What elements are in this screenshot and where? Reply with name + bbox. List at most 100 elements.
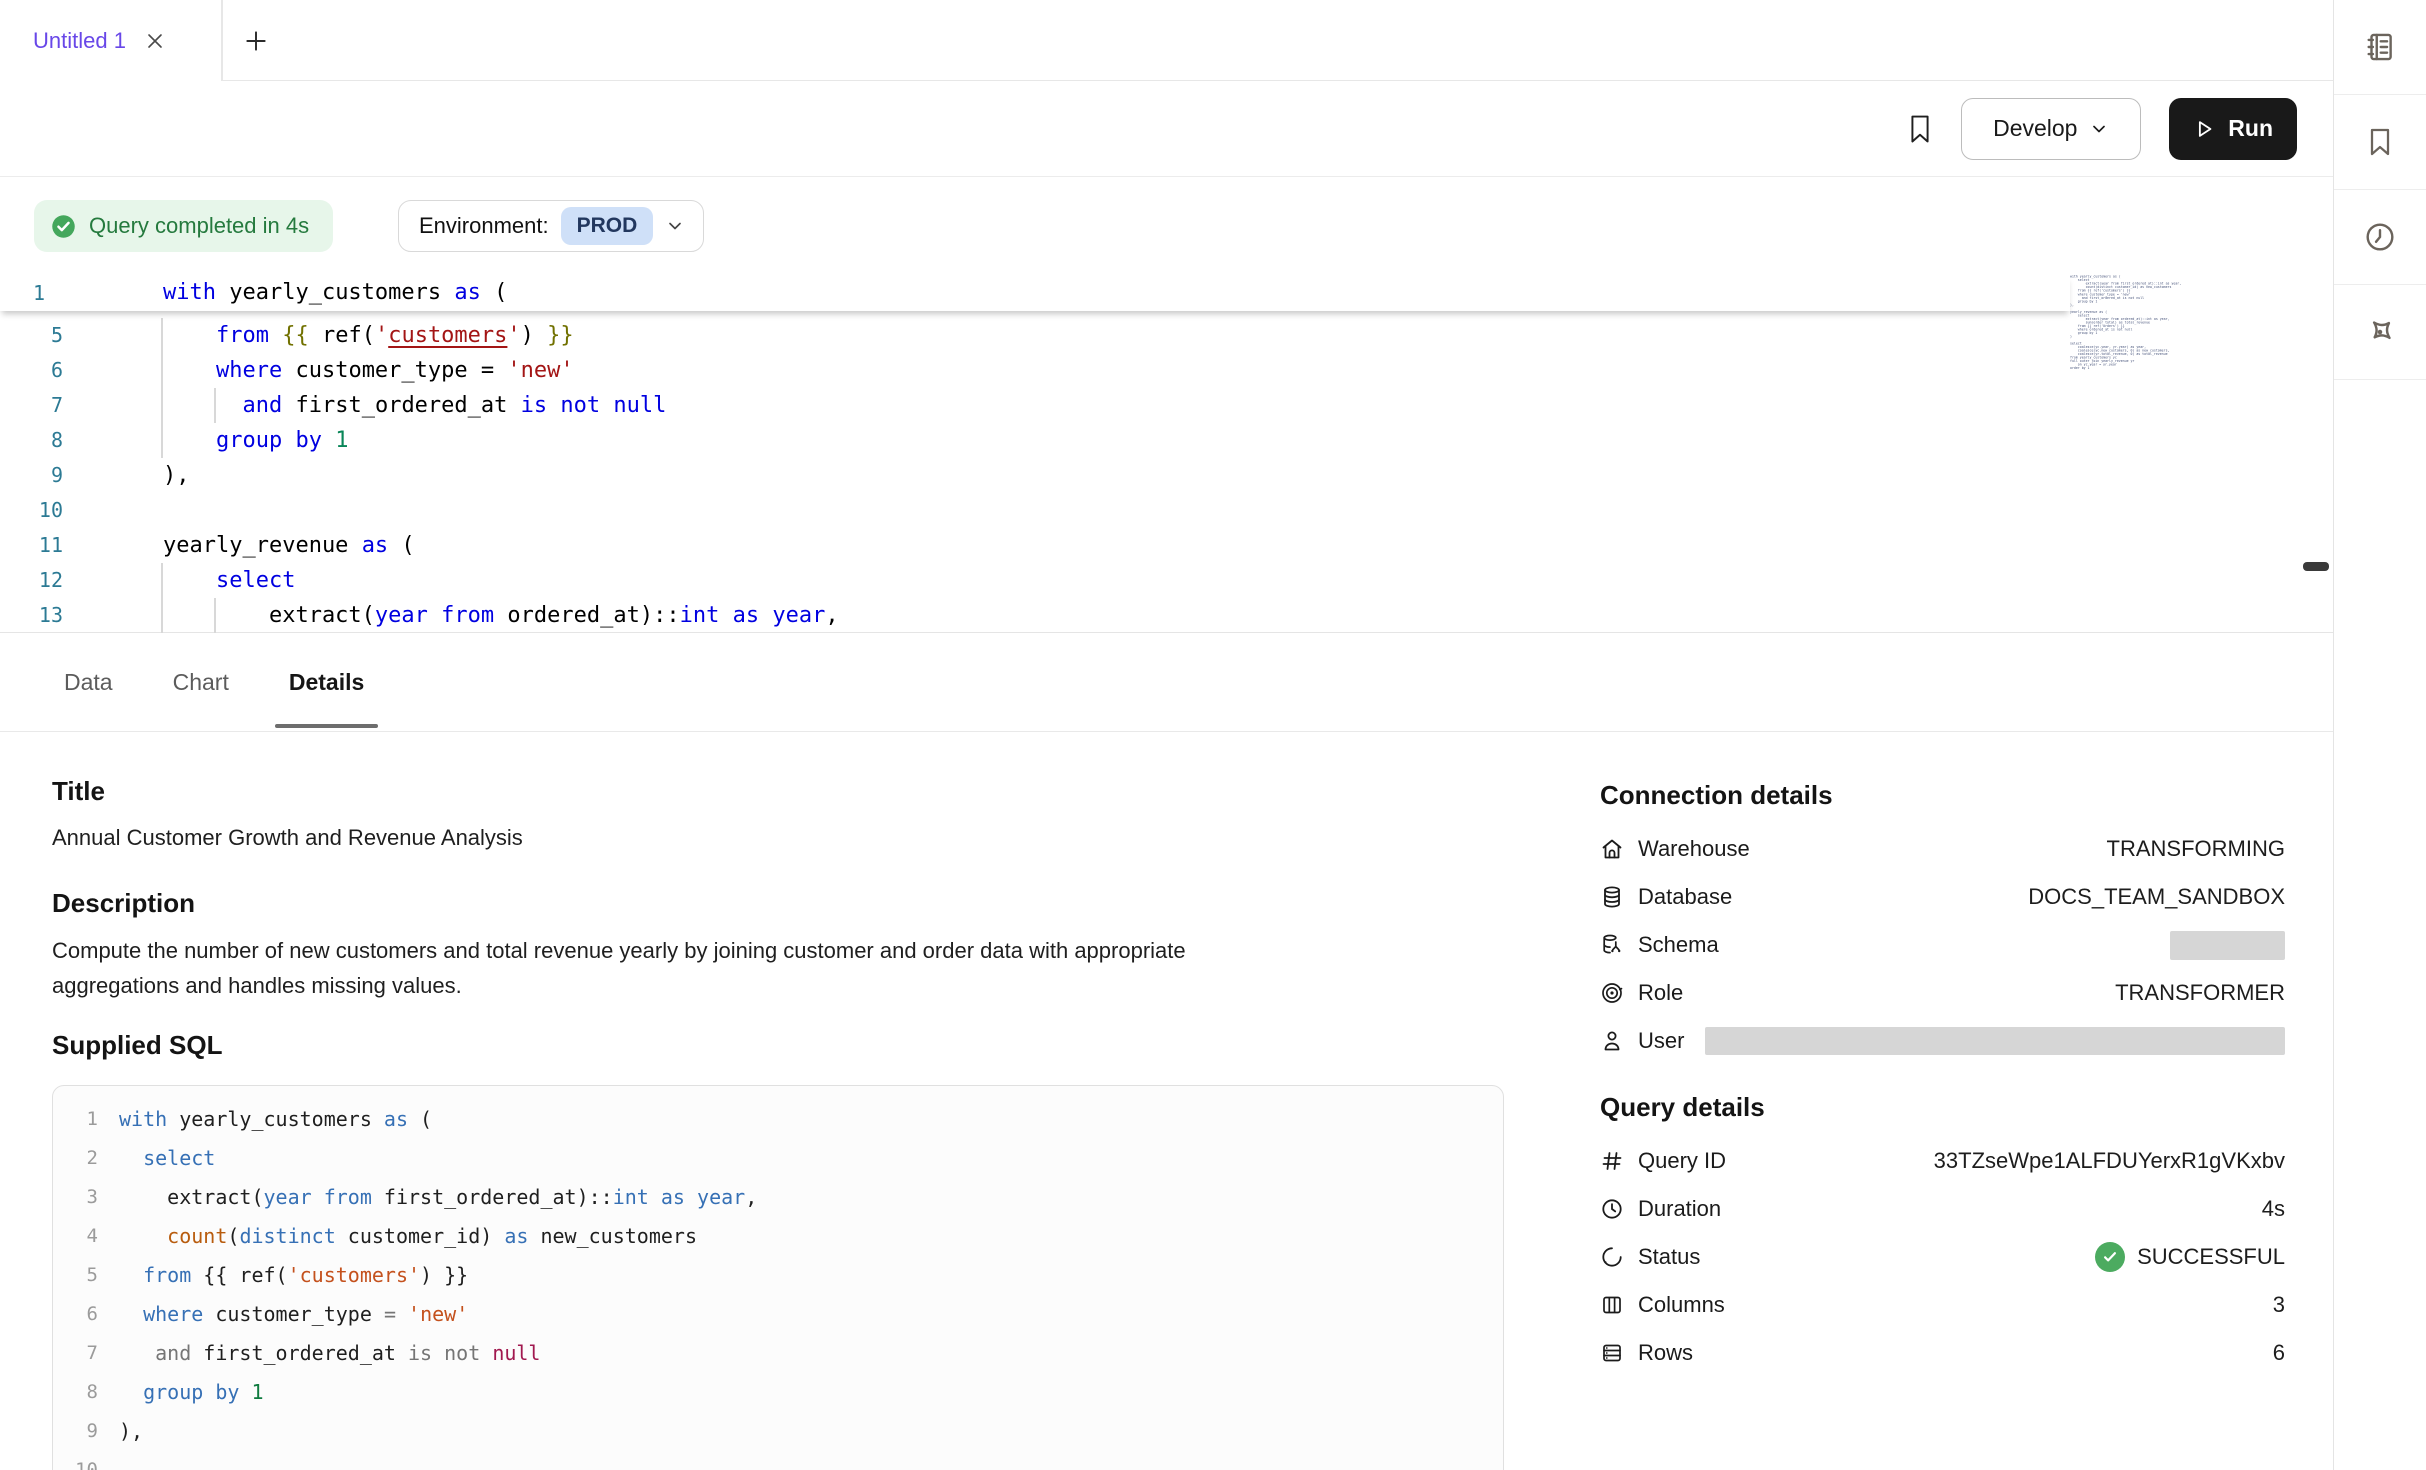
row-value: DOCS_TEAM_SANDBOX <box>2028 884 2285 910</box>
database-icon <box>1600 885 1624 909</box>
code-line: 8 group by 1 <box>53 1373 1503 1412</box>
environment-value-badge: PROD <box>561 207 654 245</box>
line-number: 1 <box>53 1100 98 1139</box>
line-number: 2 <box>53 1139 98 1178</box>
code-line[interactable]: 11yearly_revenue as ( <box>0 528 2070 563</box>
line-number: 9 <box>0 458 63 493</box>
details-sidebar: Connection details Warehouse TRANSFORMIN… <box>1600 733 2285 1377</box>
row-value: 4s <box>2262 1196 2285 1222</box>
code-line: 3 extract(year from first_ordered_at)::i… <box>53 1178 1503 1217</box>
clock-icon <box>1600 1197 1624 1221</box>
sidebar-item-notebook[interactable] <box>2334 0 2426 95</box>
success-check-icon <box>2095 1242 2125 1272</box>
user-icon <box>1600 1029 1624 1053</box>
line-number: 10 <box>53 1451 98 1470</box>
row-label: Warehouse <box>1638 836 1750 862</box>
code-line[interactable]: 12 select <box>0 563 2070 598</box>
code-line: 9), <box>53 1412 1503 1451</box>
row-label: Database <box>1638 884 1732 910</box>
code-line[interactable]: 9), <box>0 458 2070 493</box>
line-number: 13 <box>0 598 63 633</box>
line-number: 1 <box>0 275 45 311</box>
bookmark-icon <box>2364 126 2396 158</box>
sidebar-item-history[interactable] <box>2334 190 2426 285</box>
row-label: Query ID <box>1638 1148 1726 1174</box>
row-label: Duration <box>1638 1196 1721 1222</box>
editor-scrollbar-thumb[interactable] <box>2303 562 2329 571</box>
run-button[interactable]: Run <box>2169 98 2297 160</box>
status-value: SUCCESSFUL <box>2095 1242 2285 1272</box>
row-value: 33TZseWpe1ALFDUYerxR1gVKxbv <box>1934 1148 2285 1174</box>
line-number: 9 <box>53 1412 98 1451</box>
connection-details-heading: Connection details <box>1600 779 2285 811</box>
develop-label: Develop <box>1993 115 2077 142</box>
row-label: Schema <box>1638 932 1719 958</box>
close-icon[interactable] <box>143 29 167 53</box>
line-number: 6 <box>0 353 63 388</box>
environment-selector[interactable]: Environment: PROD <box>398 200 704 252</box>
code-line[interactable]: 6 where customer_type = 'new' <box>0 353 2070 388</box>
new-tab-button[interactable] <box>243 28 269 54</box>
connection-row-user: User <box>1600 1017 2285 1065</box>
description-heading: Description <box>52 887 1504 919</box>
supplied-sql-code-block: 1with yearly_customers as (2 select3 ext… <box>52 1085 1504 1470</box>
code-line[interactable]: 7 and first_ordered_at is not null <box>0 388 2070 423</box>
bookmark-button[interactable] <box>1907 113 1933 145</box>
editor-minimap[interactable]: with yearly_customers as ( select extrac… <box>2070 275 2190 393</box>
row-value: 6 <box>2273 1340 2285 1366</box>
connection-row-warehouse: Warehouse TRANSFORMING <box>1600 825 2285 873</box>
plus-icon <box>243 28 269 54</box>
sidebar-item-dbt[interactable] <box>2334 285 2426 380</box>
row-value: TRANSFORMER <box>2115 980 2285 1006</box>
description-text: Compute the number of new customers and … <box>52 933 1504 1003</box>
query-status-text: Query completed in 4s <box>89 213 309 239</box>
title-value: Annual Customer Growth and Revenue Analy… <box>52 823 1504 853</box>
redacted-value <box>2170 931 2285 960</box>
code-line[interactable]: 5 from {{ ref('customers') }} <box>0 318 2070 353</box>
check-circle-icon <box>50 213 77 240</box>
sidebar-item-bookmarks[interactable] <box>2334 95 2426 190</box>
status-row: Query completed in 4s Environment: PROD <box>0 177 2333 252</box>
role-icon <box>1600 981 1624 1005</box>
play-icon <box>2193 118 2215 140</box>
code-line[interactable]: 13 extract(year from ordered_at)::int as… <box>0 598 2070 633</box>
dbt-ide-window: Untitled 1 Develop Run <box>0 0 2426 1470</box>
supplied-sql-heading: Supplied SQL <box>52 1029 1504 1061</box>
row-value: 3 <box>2273 1292 2285 1318</box>
sql-editor[interactable]: 5 from {{ ref('customers') }}6 where cus… <box>0 252 2333 633</box>
tab-data[interactable]: Data <box>62 633 115 732</box>
tab-chart[interactable]: Chart <box>171 633 231 732</box>
notebook-icon <box>2363 30 2397 64</box>
line-number: 4 <box>53 1217 98 1256</box>
dbt-logo-icon <box>2362 314 2398 350</box>
tab-untitled-1[interactable]: Untitled 1 <box>0 0 221 81</box>
code-line[interactable]: 8 group by 1 <box>0 423 2070 458</box>
line-number: 11 <box>0 528 63 563</box>
code-line: 2 select <box>53 1139 1503 1178</box>
query-row-columns: Columns 3 <box>1600 1281 2285 1329</box>
results-tab-bar: Data Chart Details <box>0 633 2333 732</box>
line-number: 12 <box>0 563 63 598</box>
line-number: 7 <box>53 1334 98 1373</box>
line-number: 8 <box>53 1373 98 1412</box>
tab-title: Untitled 1 <box>33 28 126 54</box>
query-status-badge: Query completed in 4s <box>34 200 333 252</box>
spinner-icon <box>1600 1245 1624 1269</box>
code-line: 1with yearly_customers as ( <box>53 1100 1503 1139</box>
tab-details[interactable]: Details <box>287 633 366 732</box>
redacted-value <box>1705 1027 2285 1055</box>
sticky-scroll-line[interactable]: 1with yearly_customers as ( <box>0 275 2070 311</box>
line-number: 10 <box>0 493 63 528</box>
hash-icon <box>1600 1149 1624 1173</box>
row-label: Role <box>1638 980 1683 1006</box>
query-details-heading: Query details <box>1600 1091 2285 1123</box>
connection-row-schema: Schema <box>1600 921 2285 969</box>
rows-icon <box>1600 1341 1624 1365</box>
develop-button[interactable]: Develop <box>1961 98 2141 160</box>
code-line[interactable]: 10 <box>0 493 2070 528</box>
schema-icon <box>1600 933 1624 957</box>
run-label: Run <box>2228 115 2273 142</box>
tab-separator <box>221 0 223 80</box>
code-line[interactable]: 1with yearly_customers as ( <box>0 275 2070 311</box>
tab-bar: Untitled 1 <box>0 0 2333 81</box>
